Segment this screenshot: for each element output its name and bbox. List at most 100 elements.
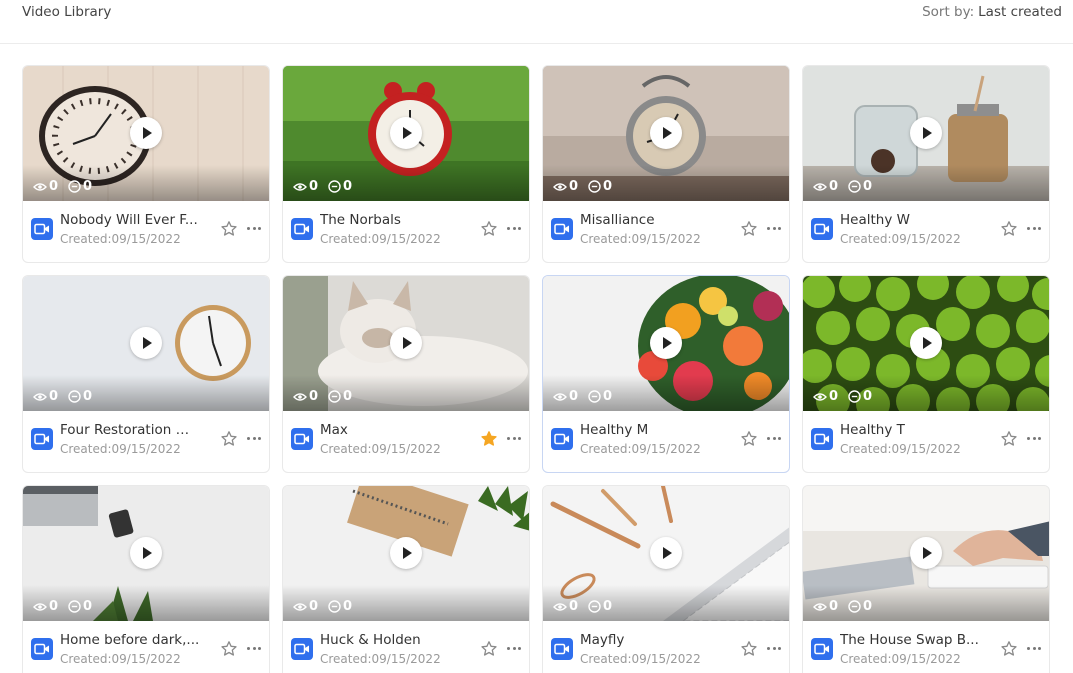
star-icon[interactable] bbox=[220, 430, 238, 448]
star-icon[interactable] bbox=[1000, 430, 1018, 448]
video-title[interactable]: Home before dark,... bbox=[60, 632, 200, 648]
more-options-icon[interactable] bbox=[1025, 639, 1043, 657]
play-icon[interactable] bbox=[910, 536, 942, 569]
video-title[interactable]: Max bbox=[320, 422, 460, 438]
video-thumbnail[interactable]: 0 0 bbox=[543, 486, 789, 621]
star-icon[interactable] bbox=[220, 640, 238, 658]
view-count: 0 bbox=[569, 179, 579, 194]
video-camera-icon bbox=[291, 218, 313, 240]
video-card[interactable]: 0 0 Healthy M Created:09/15/2022 bbox=[542, 275, 790, 473]
video-thumbnail[interactable]: 0 0 bbox=[283, 486, 529, 621]
minus-circle-icon bbox=[328, 600, 341, 613]
play-icon[interactable] bbox=[910, 326, 942, 359]
video-card[interactable]: 0 0 Huck & Holden Created:09/15/2022 bbox=[282, 485, 530, 673]
star-icon[interactable] bbox=[740, 640, 758, 658]
video-thumbnail[interactable]: 0 0 bbox=[283, 276, 529, 411]
video-created-date: Created:09/15/2022 bbox=[580, 652, 701, 666]
play-icon[interactable] bbox=[650, 116, 682, 149]
video-card[interactable]: 0 0 The Norbals Created:09/15/2022 bbox=[282, 65, 530, 263]
video-created-date: Created:09/15/2022 bbox=[60, 652, 181, 666]
play-icon[interactable] bbox=[390, 536, 422, 569]
video-title[interactable]: Healthy M bbox=[580, 422, 720, 438]
more-options-icon[interactable] bbox=[245, 429, 263, 447]
more-options-icon[interactable] bbox=[505, 639, 523, 657]
star-icon[interactable] bbox=[480, 640, 498, 658]
video-title[interactable]: Four Restoration M... bbox=[60, 422, 200, 438]
video-grid: 0 0 Nobody Will Ever F... Created:09/15/… bbox=[22, 65, 1050, 673]
comment-count: 0 bbox=[83, 599, 93, 614]
more-options-icon[interactable] bbox=[765, 429, 783, 447]
play-icon[interactable] bbox=[650, 326, 682, 359]
play-icon[interactable] bbox=[910, 116, 942, 149]
star-icon[interactable] bbox=[480, 220, 498, 238]
video-stats: 0 0 bbox=[293, 599, 352, 614]
video-card[interactable]: 0 0 The House Swap B... Created:09/15/20… bbox=[802, 485, 1050, 673]
comment-count: 0 bbox=[83, 179, 93, 194]
play-icon[interactable] bbox=[130, 116, 162, 149]
more-options-icon[interactable] bbox=[765, 219, 783, 237]
more-options-icon[interactable] bbox=[505, 429, 523, 447]
video-thumbnail[interactable]: 0 0 bbox=[803, 486, 1049, 621]
video-title[interactable]: Mayfly bbox=[580, 632, 720, 648]
video-thumbnail[interactable]: 0 0 bbox=[543, 66, 789, 201]
sort-value[interactable]: Last created bbox=[978, 4, 1062, 20]
video-card[interactable]: 0 0 Misalliance Created:09/15/2022 bbox=[542, 65, 790, 263]
video-card[interactable]: 0 0 Max Created:09/15/2022 bbox=[282, 275, 530, 473]
minus-circle-icon bbox=[328, 390, 341, 403]
sort-control[interactable]: Sort by: Last created bbox=[922, 4, 1062, 20]
video-card[interactable]: 0 0 Healthy W Created:09/15/2022 bbox=[802, 65, 1050, 263]
video-thumbnail[interactable]: 0 0 bbox=[543, 276, 789, 411]
video-camera-icon bbox=[811, 638, 833, 660]
video-created-date: Created:09/15/2022 bbox=[60, 232, 181, 246]
star-icon[interactable] bbox=[480, 430, 498, 448]
video-title[interactable]: Healthy T bbox=[840, 422, 980, 438]
video-card[interactable]: 0 0 Mayfly Created:09/15/2022 bbox=[542, 485, 790, 673]
minus-circle-icon bbox=[68, 180, 81, 193]
more-options-icon[interactable] bbox=[765, 639, 783, 657]
video-title[interactable]: Nobody Will Ever F... bbox=[60, 212, 200, 228]
view-count: 0 bbox=[49, 389, 59, 404]
more-options-icon[interactable] bbox=[245, 219, 263, 237]
star-icon[interactable] bbox=[220, 220, 238, 238]
play-icon[interactable] bbox=[650, 536, 682, 569]
video-created-date: Created:09/15/2022 bbox=[840, 232, 961, 246]
eye-icon bbox=[293, 392, 307, 401]
video-stats: 0 0 bbox=[293, 179, 352, 194]
video-stats: 0 0 bbox=[813, 599, 872, 614]
video-thumbnail[interactable]: 0 0 bbox=[803, 66, 1049, 201]
star-icon[interactable] bbox=[1000, 640, 1018, 658]
video-created-date: Created:09/15/2022 bbox=[840, 442, 961, 456]
eye-icon bbox=[813, 602, 827, 611]
minus-circle-icon bbox=[848, 390, 861, 403]
star-icon[interactable] bbox=[1000, 220, 1018, 238]
more-options-icon[interactable] bbox=[505, 219, 523, 237]
video-title[interactable]: Misalliance bbox=[580, 212, 720, 228]
video-camera-icon bbox=[811, 218, 833, 240]
video-stats: 0 0 bbox=[33, 599, 92, 614]
more-options-icon[interactable] bbox=[1025, 219, 1043, 237]
play-icon[interactable] bbox=[130, 326, 162, 359]
star-icon[interactable] bbox=[740, 430, 758, 448]
play-icon[interactable] bbox=[390, 326, 422, 359]
video-card[interactable]: 0 0 Healthy T Created:09/15/2022 bbox=[802, 275, 1050, 473]
video-thumbnail[interactable]: 0 0 bbox=[23, 486, 269, 621]
more-options-icon[interactable] bbox=[1025, 429, 1043, 447]
eye-icon bbox=[813, 182, 827, 191]
video-card[interactable]: 0 0 Four Restoration M... Created:09/15/… bbox=[22, 275, 270, 473]
video-info: Healthy W Created:09/15/2022 bbox=[803, 201, 1049, 262]
video-title[interactable]: The House Swap B... bbox=[840, 632, 980, 648]
video-thumbnail[interactable]: 0 0 bbox=[803, 276, 1049, 411]
video-title[interactable]: Huck & Holden bbox=[320, 632, 460, 648]
video-thumbnail[interactable]: 0 0 bbox=[283, 66, 529, 201]
video-thumbnail[interactable]: 0 0 bbox=[23, 66, 269, 201]
minus-circle-icon bbox=[588, 180, 601, 193]
play-icon[interactable] bbox=[130, 536, 162, 569]
more-options-icon[interactable] bbox=[245, 639, 263, 657]
video-title[interactable]: Healthy W bbox=[840, 212, 980, 228]
play-icon[interactable] bbox=[390, 116, 422, 149]
video-card[interactable]: 0 0 Home before dark,... Created:09/15/2… bbox=[22, 485, 270, 673]
star-icon[interactable] bbox=[740, 220, 758, 238]
video-thumbnail[interactable]: 0 0 bbox=[23, 276, 269, 411]
video-title[interactable]: The Norbals bbox=[320, 212, 460, 228]
video-card[interactable]: 0 0 Nobody Will Ever F... Created:09/15/… bbox=[22, 65, 270, 263]
